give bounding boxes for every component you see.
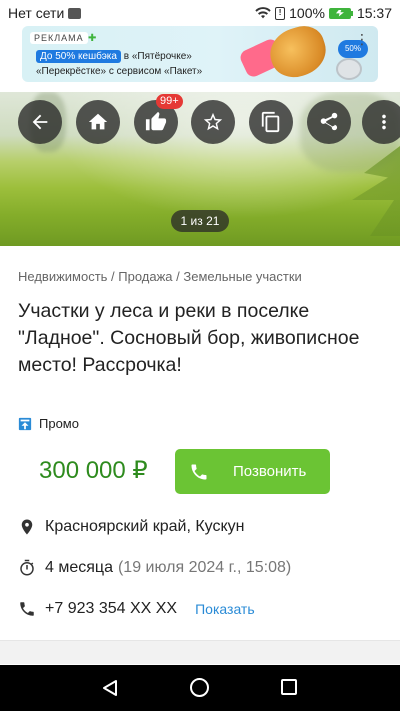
arrow-back-icon [32,114,48,130]
more-button[interactable] [362,100,400,144]
nav-home-icon[interactable] [190,678,209,697]
call-button[interactable]: Позвонить [175,449,330,494]
promo-label: Промо [39,416,79,431]
ad-ball-image [336,58,362,80]
home-button[interactable] [76,100,120,144]
more-vert-icon [382,114,386,130]
photo-toolbar: 99+ [0,94,400,146]
phone-small-icon [20,602,34,616]
battery-text: 100% [289,5,325,21]
age-text: 4 месяца [45,559,113,576]
thumb-up-icon [145,111,167,131]
breadcrumb[interactable]: Недвижимость / Продажа / Земельные участ… [18,269,302,284]
ad-highlight: До 50% кешбэка [36,50,121,63]
location-text: Красноярский край, Кускун [45,518,245,535]
photo-counter: 1 из 21 [171,210,229,232]
ad-line-1-text: в «Пятёрочке» [120,51,192,62]
listing-title: Участки у леса и реки в поселке "Ладное"… [18,300,360,376]
like-button[interactable]: 99+ [134,94,183,144]
show-phone-link[interactable]: Показать [195,601,255,617]
status-left: Нет сети [8,5,82,21]
status-right: ! 100% 15:37 [255,5,392,21]
star-outline-icon [203,112,223,131]
ad-croissant-image [263,26,333,82]
screen: Нет сети ! 100% 15:37 РЕКЛАМА ✚ До 50% к… [0,0,400,711]
share-button[interactable] [307,100,351,144]
ad-more-icon[interactable]: ⋮ [354,32,370,46]
ad-container: РЕКЛАМА ✚ До 50% кешбэка в «Пятёрочке» «… [0,26,400,90]
call-button-label: Позвонить [233,463,307,480]
location-row: Красноярский край, Кускун [18,518,245,536]
sim-icon: ! [275,6,286,20]
battery-icon [328,7,353,19]
copy-icon [261,111,280,133]
ad-plus-icon: ✚ [88,33,97,44]
copy-button[interactable] [249,100,293,144]
share-icon [320,112,338,131]
listing-price: 300 000 ₽ [39,457,148,484]
system-nav-bar [0,665,400,711]
favorite-button[interactable] [191,100,235,144]
ad-banner[interactable]: РЕКЛАМА ✚ До 50% кешбэка в «Пятёрочке» «… [22,26,378,82]
status-bar: Нет сети ! 100% 15:37 [0,0,400,26]
promo-icon [18,417,32,430]
date-text: (19 июля 2024 г., 15:08) [117,559,292,576]
timer-icon [20,559,34,576]
message-icon [68,7,82,19]
phone-row: +7 923 354 XX XX Показать [18,600,255,618]
ad-line-1: До 50% кешбэка в «Пятёрочке» [36,50,192,63]
wifi-icon [255,7,271,19]
promo-badge: Промо [18,416,79,431]
notification-badge: 99+ [156,94,183,109]
phone-icon [191,464,207,479]
ad-label: РЕКЛАМА [30,32,88,44]
phone-number: +7 923 354 XX XX [45,600,178,617]
section-divider [0,640,400,664]
carrier-text: Нет сети [8,5,65,21]
home-icon [88,113,108,130]
nav-recents-icon[interactable] [281,679,297,695]
location-pin-icon [21,519,33,535]
nav-back-icon[interactable] [101,679,119,697]
date-row: 4 месяца (19 июля 2024 г., 15:08) [18,559,291,577]
ad-line-2: «Перекрёстке» с сервисом «Пакет» [36,66,203,77]
clock-text: 15:37 [356,5,392,21]
back-button[interactable] [18,100,62,144]
